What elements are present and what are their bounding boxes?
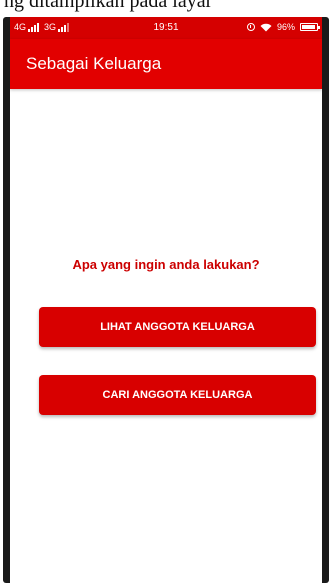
prompt-text: Apa yang ingin anda lakukan? <box>72 257 260 272</box>
app-bar: Sebagai Keluarga <box>10 39 322 89</box>
search-family-members-button[interactable]: CARI ANGGOTA KELUARGA <box>39 375 316 415</box>
caption-text: ng ditampilkan pada layar <box>4 0 213 12</box>
alarm-icon <box>246 23 255 31</box>
wifi-icon <box>260 23 272 32</box>
status-right: 96% <box>246 21 320 33</box>
status-bar: 4G 3G 19:51 96% <box>10 17 322 39</box>
page-title: Sebagai Keluarga <box>26 54 162 73</box>
phone-frame: 4G 3G 19:51 96% Sebagai Keluarga Apa yan… <box>3 17 329 583</box>
battery-percent: 96% <box>276 22 295 32</box>
battery-icon <box>300 23 320 31</box>
screen: 4G 3G 19:51 96% Sebagai Keluarga Apa yan… <box>10 17 322 583</box>
view-family-members-button[interactable]: LIHAT ANGGOTA KELUARGA <box>39 307 316 347</box>
battery-fill <box>302 25 316 29</box>
